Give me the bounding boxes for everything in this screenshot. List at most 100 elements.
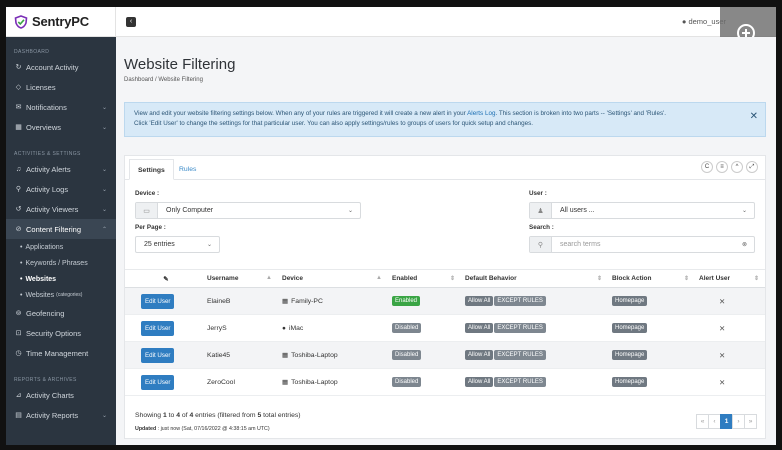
- table-row: Edit User ZeroCool ▦ Toshiba-Laptop Disab…: [125, 368, 765, 396]
- sidebar-item-label: Activity Charts: [26, 390, 74, 400]
- edit-user-button[interactable]: Edit User: [141, 320, 175, 336]
- cell-username: ElaineB: [203, 287, 278, 315]
- per-page-value: 25 entries: [144, 241, 175, 248]
- cell-default-behavior: Allow All EXCEPT RULES: [461, 368, 608, 396]
- except-rules-badge[interactable]: EXCEPT RULES: [494, 350, 546, 360]
- cell-enabled: Disabled: [388, 368, 461, 396]
- sidebar-item-content-filtering[interactable]: ⊘ Content Filtering ⌃: [6, 219, 116, 239]
- close-icon[interactable]: ✕: [699, 351, 725, 360]
- sidebar-item-activity-charts[interactable]: ⊿ Activity Charts: [6, 385, 116, 405]
- edit-user-button[interactable]: Edit User: [141, 293, 175, 309]
- alerts-log-link[interactable]: Alerts Log: [467, 110, 495, 117]
- chevron-down-icon: ⌄: [101, 166, 107, 173]
- sidebar-item-activity-viewers[interactable]: ↺ Activity Viewers ⌄: [6, 199, 116, 219]
- pager-last-button[interactable]: »: [744, 414, 757, 429]
- sidebar-subitem-websites-categories[interactable]: • Websites (categories): [6, 287, 116, 303]
- brand-header[interactable]: SentryPC: [6, 7, 116, 37]
- except-rules-badge[interactable]: EXCEPT RULES: [494, 377, 546, 387]
- header-device[interactable]: Device ▲: [278, 269, 388, 288]
- cell-enabled: Enabled: [388, 287, 461, 315]
- sidebar-toggle-button[interactable]: ‹: [126, 17, 136, 27]
- cell-alert-user: ✕: [695, 314, 765, 342]
- sidebar-subitem-websites[interactable]: • Websites: [6, 271, 116, 287]
- nav-section-activities: ACTIVITIES & SETTINGS: [14, 151, 81, 157]
- edit-user-button[interactable]: Edit User: [141, 374, 175, 390]
- breadcrumb[interactable]: Dashboard / Website Filtering: [124, 77, 203, 83]
- sidebar-item-geofencing[interactable]: ⊚ Geofencing: [6, 303, 116, 323]
- cell-device: ▦ Family-PC: [278, 287, 388, 315]
- sidebar-item-activity-logs[interactable]: ⚲ Activity Logs ⌄: [6, 179, 116, 199]
- allow-all-badge[interactable]: Allow All: [465, 296, 494, 306]
- refresh-icon[interactable]: C: [701, 161, 713, 173]
- block-action-badge[interactable]: Homepage: [612, 323, 648, 333]
- sidebar-item-label: Notifications: [26, 102, 67, 112]
- alert-text: . This section is broken into two parts …: [495, 110, 667, 117]
- sidebar-subitem-label: Applications: [25, 243, 64, 251]
- header-block-action[interactable]: Block Action ⇕: [608, 269, 695, 288]
- sidebar-subitem-keywords[interactable]: • Keywords / Phrases: [6, 255, 116, 271]
- list-icon[interactable]: ≡: [716, 161, 728, 173]
- sidebar-item-security-options[interactable]: ⊡ Security Options: [6, 323, 116, 343]
- close-icon[interactable]: ✕: [699, 324, 725, 333]
- sidebar-item-activity-alerts[interactable]: ♫ Activity Alerts ⌄: [6, 159, 116, 179]
- user-label: User :: [529, 190, 547, 197]
- chevron-down-icon: ⌄: [101, 412, 107, 419]
- sidebar-item-time-management[interactable]: ◷ Time Management: [6, 343, 116, 363]
- chevron-down-icon: ⌄: [741, 208, 747, 214]
- clear-icon[interactable]: ⊗: [742, 241, 747, 248]
- sidebar-item-licenses[interactable]: ◇ Licenses: [6, 77, 116, 97]
- search-input[interactable]: ⚲ search terms ⊗: [529, 236, 755, 253]
- except-rules-badge[interactable]: EXCEPT RULES: [494, 296, 546, 306]
- per-page-select[interactable]: 25 entries ⌄: [135, 236, 220, 253]
- envelope-icon: ✉: [15, 104, 22, 111]
- tab-settings[interactable]: Settings: [129, 159, 174, 180]
- header-label: Device: [282, 275, 303, 282]
- sidebar-item-label: Activity Logs: [26, 184, 69, 194]
- top-bar: ‹ ● demo_user: [116, 7, 776, 37]
- allow-all-badge[interactable]: Allow All: [465, 350, 494, 360]
- close-icon[interactable]: ✕: [699, 297, 725, 306]
- sidebar-subitem-note: (categories): [56, 292, 83, 298]
- allow-all-badge[interactable]: Allow All: [465, 323, 494, 333]
- sidebar-subitem-applications[interactable]: • Applications: [6, 239, 116, 255]
- header-default-behavior[interactable]: Default Behavior ⇕: [461, 269, 608, 288]
- block-action-badge[interactable]: Homepage: [612, 377, 648, 387]
- status-badge[interactable]: Enabled: [392, 296, 421, 306]
- table-header-row: ✎ Username ▲ Device ▲ Enabled ⇕ Default Beh…: [125, 269, 765, 288]
- alert-text: View and edit your website filtering set…: [134, 110, 468, 117]
- table-row: Edit User JerryS ● iMac Disabled Allow Al…: [125, 314, 765, 342]
- status-badge[interactable]: Disabled: [392, 323, 422, 333]
- expand-icon[interactable]: ⤢: [746, 161, 758, 173]
- block-action-badge[interactable]: Homepage: [612, 296, 648, 306]
- search-label: Search :: [529, 224, 554, 231]
- sidebar-item-overviews[interactable]: ▦ Overviews ⌄: [6, 117, 116, 137]
- status-badge[interactable]: Disabled: [392, 377, 422, 387]
- allow-all-badge[interactable]: Allow All: [465, 377, 494, 387]
- chevron-down-icon: ⌄: [347, 208, 353, 214]
- nav-section-dashboard: DASHBOARD: [14, 49, 50, 55]
- edit-column-header: ✎: [125, 269, 203, 288]
- close-icon[interactable]: ✕: [699, 378, 725, 387]
- sidebar-item-label: Licenses: [26, 82, 56, 92]
- sidebar-item-notifications[interactable]: ✉ Notifications ⌄: [6, 97, 116, 117]
- cell-username: Katie45: [203, 341, 278, 369]
- edit-user-button[interactable]: Edit User: [141, 347, 175, 363]
- sidebar-item-activity-reports[interactable]: ▤ Activity Reports ⌄: [6, 405, 116, 425]
- close-icon[interactable]: ✕: [750, 112, 758, 122]
- sort-icon: ▲: [266, 275, 272, 281]
- user-select[interactable]: ♟ All users ... ⌄: [529, 202, 755, 219]
- header-enabled[interactable]: Enabled ⇕: [388, 269, 461, 288]
- header-alert-user[interactable]: Alert User ⇕: [695, 269, 765, 288]
- except-rules-badge[interactable]: EXCEPT RULES: [494, 323, 546, 333]
- sidebar-item-account-activity[interactable]: ↻ Account Activity: [6, 57, 116, 77]
- tab-rules[interactable]: Rules: [171, 159, 204, 180]
- device-select[interactable]: ▭ Only Computer ⌄: [135, 202, 361, 219]
- shield-logo-icon: [14, 14, 28, 29]
- status-badge[interactable]: Disabled: [392, 350, 422, 360]
- search-icon: ⚲: [15, 186, 22, 193]
- collapse-icon[interactable]: ^: [731, 161, 743, 173]
- header-username[interactable]: Username ▲: [203, 269, 278, 288]
- updated-label: Updated: [135, 426, 157, 432]
- nav-section-reports: REPORTS & ARCHIVES: [14, 377, 77, 383]
- block-action-badge[interactable]: Homepage: [612, 350, 648, 360]
